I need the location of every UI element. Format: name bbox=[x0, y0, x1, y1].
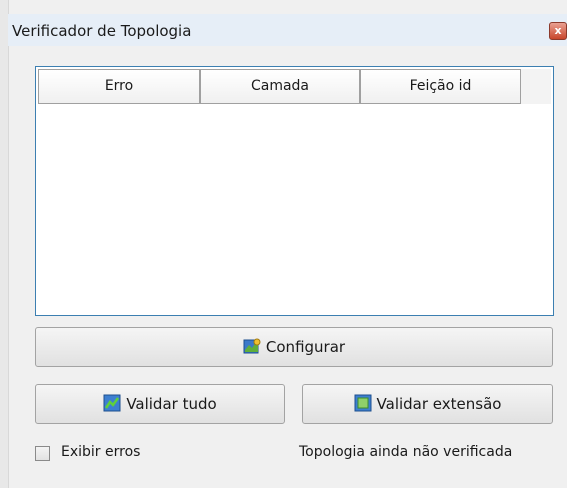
errors-table[interactable]: Erro Camada Feição id bbox=[35, 66, 554, 316]
window-left-edge bbox=[0, 0, 9, 488]
topology-checker-window: Verificador de Topologia x Erro Camada F… bbox=[0, 0, 567, 488]
configure-button[interactable]: Configurar bbox=[35, 327, 553, 367]
status-text: Topologia ainda não verificada bbox=[299, 444, 513, 460]
validate-extent-button[interactable]: Validar extensão bbox=[302, 384, 553, 424]
show-errors-checkbox[interactable] bbox=[35, 446, 50, 461]
titlebar[interactable]: Verificador de Topologia x bbox=[8, 14, 567, 46]
validate-all-button[interactable]: Validar tudo bbox=[35, 384, 285, 424]
show-errors-label[interactable]: Exibir erros bbox=[61, 444, 140, 460]
configure-icon bbox=[243, 338, 261, 353]
configure-button-label: Configurar bbox=[265, 338, 346, 356]
validate-extent-button-label: Validar extensão bbox=[376, 395, 502, 413]
table-header: Erro Camada Feição id bbox=[38, 69, 551, 104]
validate-all-button-label: Validar tudo bbox=[126, 395, 217, 413]
column-header-camada[interactable]: Camada bbox=[200, 69, 360, 104]
close-icon: x bbox=[554, 24, 562, 37]
column-header-feicao-id[interactable]: Feição id bbox=[360, 69, 521, 104]
validate-all-icon bbox=[103, 394, 121, 411]
close-button[interactable]: x bbox=[549, 22, 567, 40]
column-header-erro[interactable]: Erro bbox=[38, 69, 200, 104]
window-title: Verificador de Topologia bbox=[12, 22, 192, 40]
validate-extent-icon bbox=[354, 394, 372, 411]
